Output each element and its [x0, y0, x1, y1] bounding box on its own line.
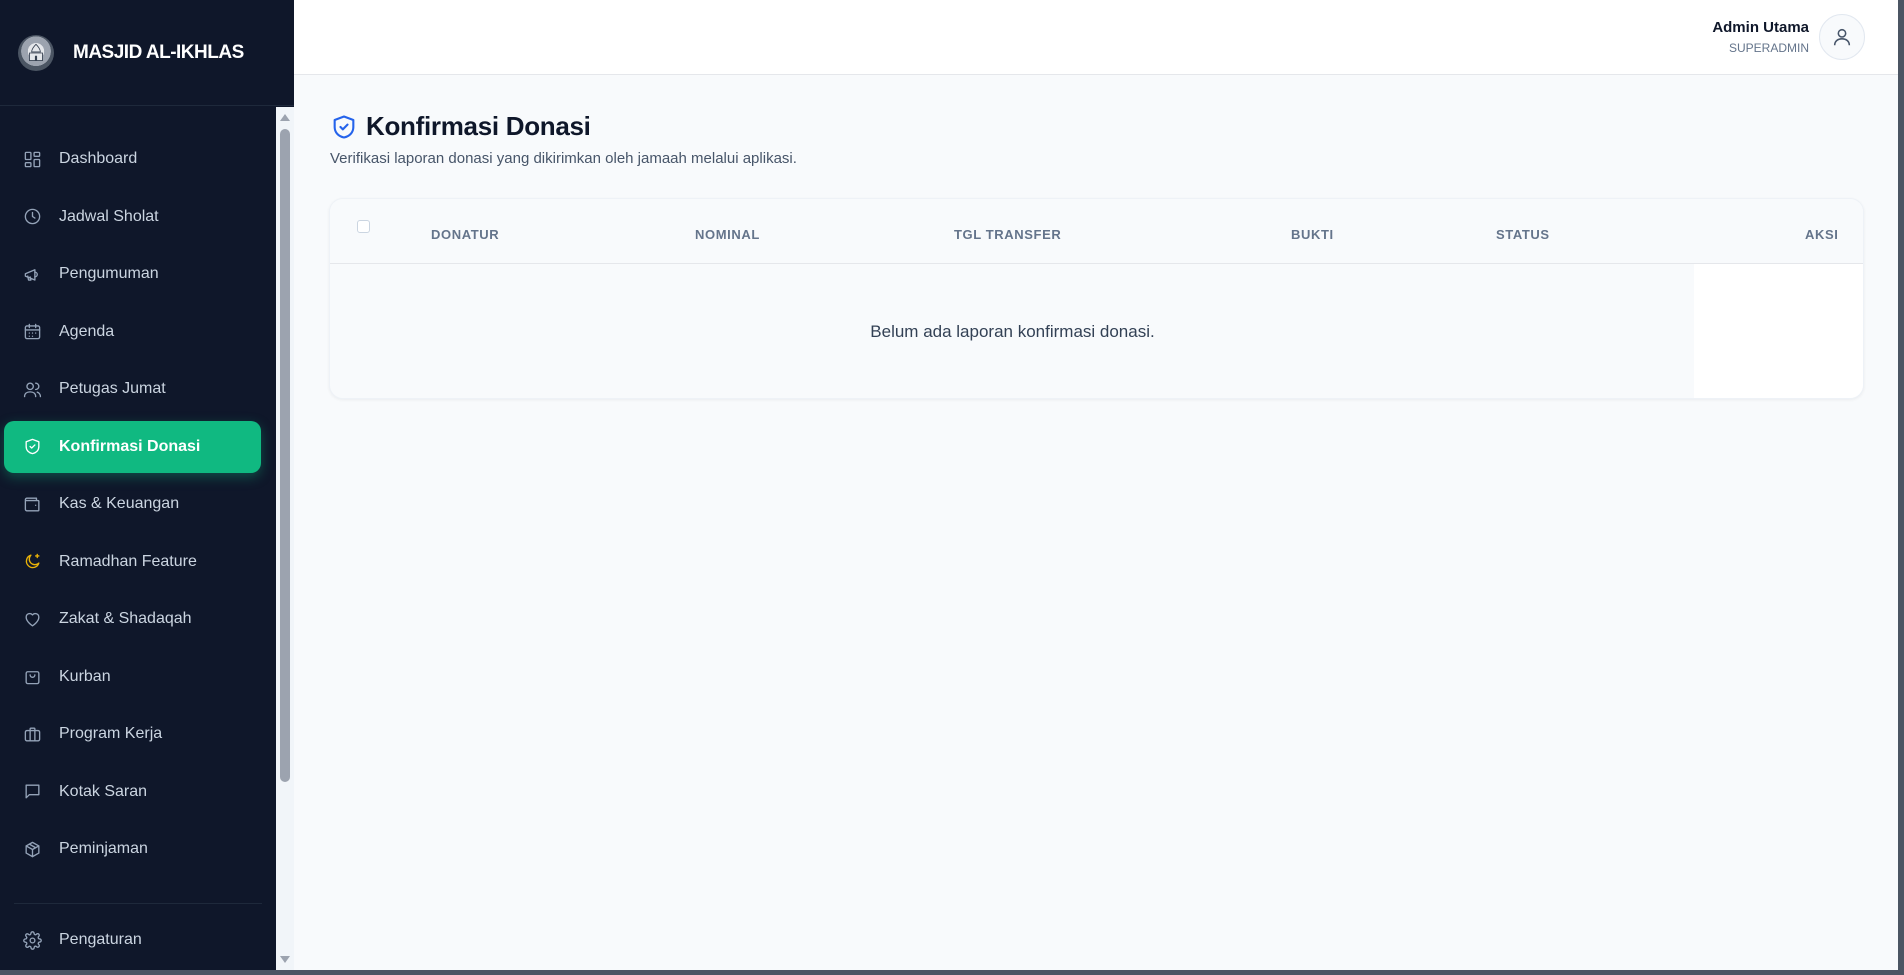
column-header-nominal: NOMINAL — [695, 227, 760, 242]
sidebar-divider — [14, 903, 262, 904]
sidebar-item-dashboard[interactable]: Dashboard — [4, 133, 261, 185]
user-role: SUPERADMIN — [1728, 41, 1809, 55]
column-header-donatur: DONATUR — [431, 227, 500, 242]
message-square-icon — [22, 782, 42, 802]
brand[interactable]: MASJID AL-IKHLAS — [0, 0, 294, 106]
window-border — [0, 970, 1904, 975]
donation-table: DONATUR NOMINAL TGL TRANSFER BUKTI STATU… — [329, 198, 1864, 399]
empty-state-message: Belum ada laporan konfirmasi donasi. — [870, 322, 1155, 341]
grid-icon — [22, 149, 42, 169]
main-content: Konfirmasi Donasi Verifikasi laporan don… — [294, 76, 1898, 970]
top-bar: Admin Utama SUPERADMIN — [294, 0, 1898, 75]
sidebar-item-kas-keuangan[interactable]: Kas & Keuangan — [4, 478, 261, 530]
column-header-tgl-transfer: TGL TRANSFER — [954, 227, 1062, 242]
scroll-up-arrow-icon[interactable] — [280, 114, 290, 121]
sidebar-item-ramadhan-feature[interactable]: Ramadhan Feature — [4, 536, 261, 588]
shield-check-icon — [333, 114, 355, 139]
window-border — [1898, 0, 1904, 975]
sidebar: MASJID AL-IKHLAS Dashboard Jadwal Sholat… — [0, 0, 294, 970]
sidebar-item-program-kerja[interactable]: Program Kerja — [4, 708, 261, 760]
sidebar-item-label: Petugas Jumat — [59, 380, 166, 397]
sidebar-item-petugas-jumat[interactable]: Petugas Jumat — [4, 363, 261, 415]
sidebar-item-label: Jadwal Sholat — [59, 207, 159, 225]
sidebar-item-label: Zakat & Shadaqah — [59, 610, 192, 627]
shield-check-icon — [22, 437, 42, 457]
sidebar-item-agenda[interactable]: Agenda — [4, 306, 261, 358]
table-header: DONATUR NOMINAL TGL TRANSFER BUKTI STATU… — [330, 199, 1863, 264]
sidebar-item-label: Kurban — [59, 667, 111, 685]
scrollbar-thumb[interactable] — [280, 129, 290, 782]
sidebar-item-pengumuman[interactable]: Pengumuman — [4, 248, 261, 300]
user-info: Admin Utama SUPERADMIN — [1712, 19, 1809, 55]
page-subtitle: Verifikasi laporan donasi yang dikirimka… — [330, 150, 797, 167]
avatar[interactable] — [1819, 14, 1865, 60]
sidebar-item-label: Kas & Keuangan — [59, 495, 180, 512]
wallet-icon — [22, 494, 42, 514]
package-icon — [22, 839, 42, 859]
sidebar-item-zakat-shadaqah[interactable]: Zakat & Shadaqah — [4, 593, 261, 645]
page-header: Konfirmasi Donasi — [330, 111, 591, 142]
sidebar-item-label: Kotak Saran — [59, 782, 148, 800]
sidebar-item-label: Ramadhan Feature — [59, 552, 197, 570]
sidebar-item-label: Agenda — [59, 322, 115, 340]
user-name: Admin Utama — [1712, 19, 1809, 36]
page-title: Konfirmasi Donasi — [366, 111, 591, 141]
sidebar-item-kotak-saran[interactable]: Kotak Saran — [4, 766, 261, 818]
actions-column — [1694, 264, 1863, 398]
table-body: Belum ada laporan konfirmasi donasi. — [330, 264, 1863, 398]
gear-icon — [22, 930, 42, 950]
moon-star-icon — [22, 552, 42, 572]
shopping-bag-icon — [22, 667, 42, 687]
sidebar-item-peminjaman[interactable]: Peminjaman — [4, 823, 261, 875]
sidebar-item-label: Konfirmasi Donasi — [59, 437, 201, 455]
briefcase-icon — [22, 724, 42, 744]
user-icon — [1833, 28, 1851, 46]
sidebar-item-label: Pengaturan — [59, 931, 142, 948]
column-header-status: STATUS — [1496, 227, 1550, 242]
sidebar-item-label: Dashboard — [59, 150, 138, 167]
sidebar-item-label: Program Kerja — [59, 725, 163, 742]
sidebar-nav: Dashboard Jadwal Sholat Pengumuman Agend… — [0, 107, 276, 970]
clock-icon — [22, 207, 42, 227]
calendar-icon — [22, 322, 42, 342]
users-icon — [22, 379, 42, 399]
column-header-bukti: BUKTI — [1291, 227, 1334, 242]
select-all-checkbox[interactable] — [357, 220, 370, 233]
heart-icon — [22, 609, 42, 629]
sidebar-item-konfirmasi-donasi[interactable]: Konfirmasi Donasi — [4, 420, 261, 473]
user-menu[interactable]: Admin Utama SUPERADMIN — [1712, 14, 1865, 60]
brand-name: MASJID AL-IKHLAS — [73, 41, 244, 63]
sidebar-item-label: Pengumuman — [59, 265, 159, 282]
mosque-logo-icon — [18, 34, 54, 71]
sidebar-item-jadwal-sholat[interactable]: Jadwal Sholat — [4, 191, 261, 243]
megaphone-icon — [22, 264, 42, 284]
sidebar-item-pengaturan[interactable]: Pengaturan — [4, 914, 261, 966]
sidebar-item-kurban[interactable]: Kurban — [4, 651, 261, 703]
sidebar-item-label: Peminjaman — [59, 840, 148, 857]
scroll-down-arrow-icon[interactable] — [280, 956, 290, 963]
column-header-aksi: AKSI — [1805, 227, 1839, 242]
sidebar-scrollbar[interactable] — [276, 107, 294, 970]
